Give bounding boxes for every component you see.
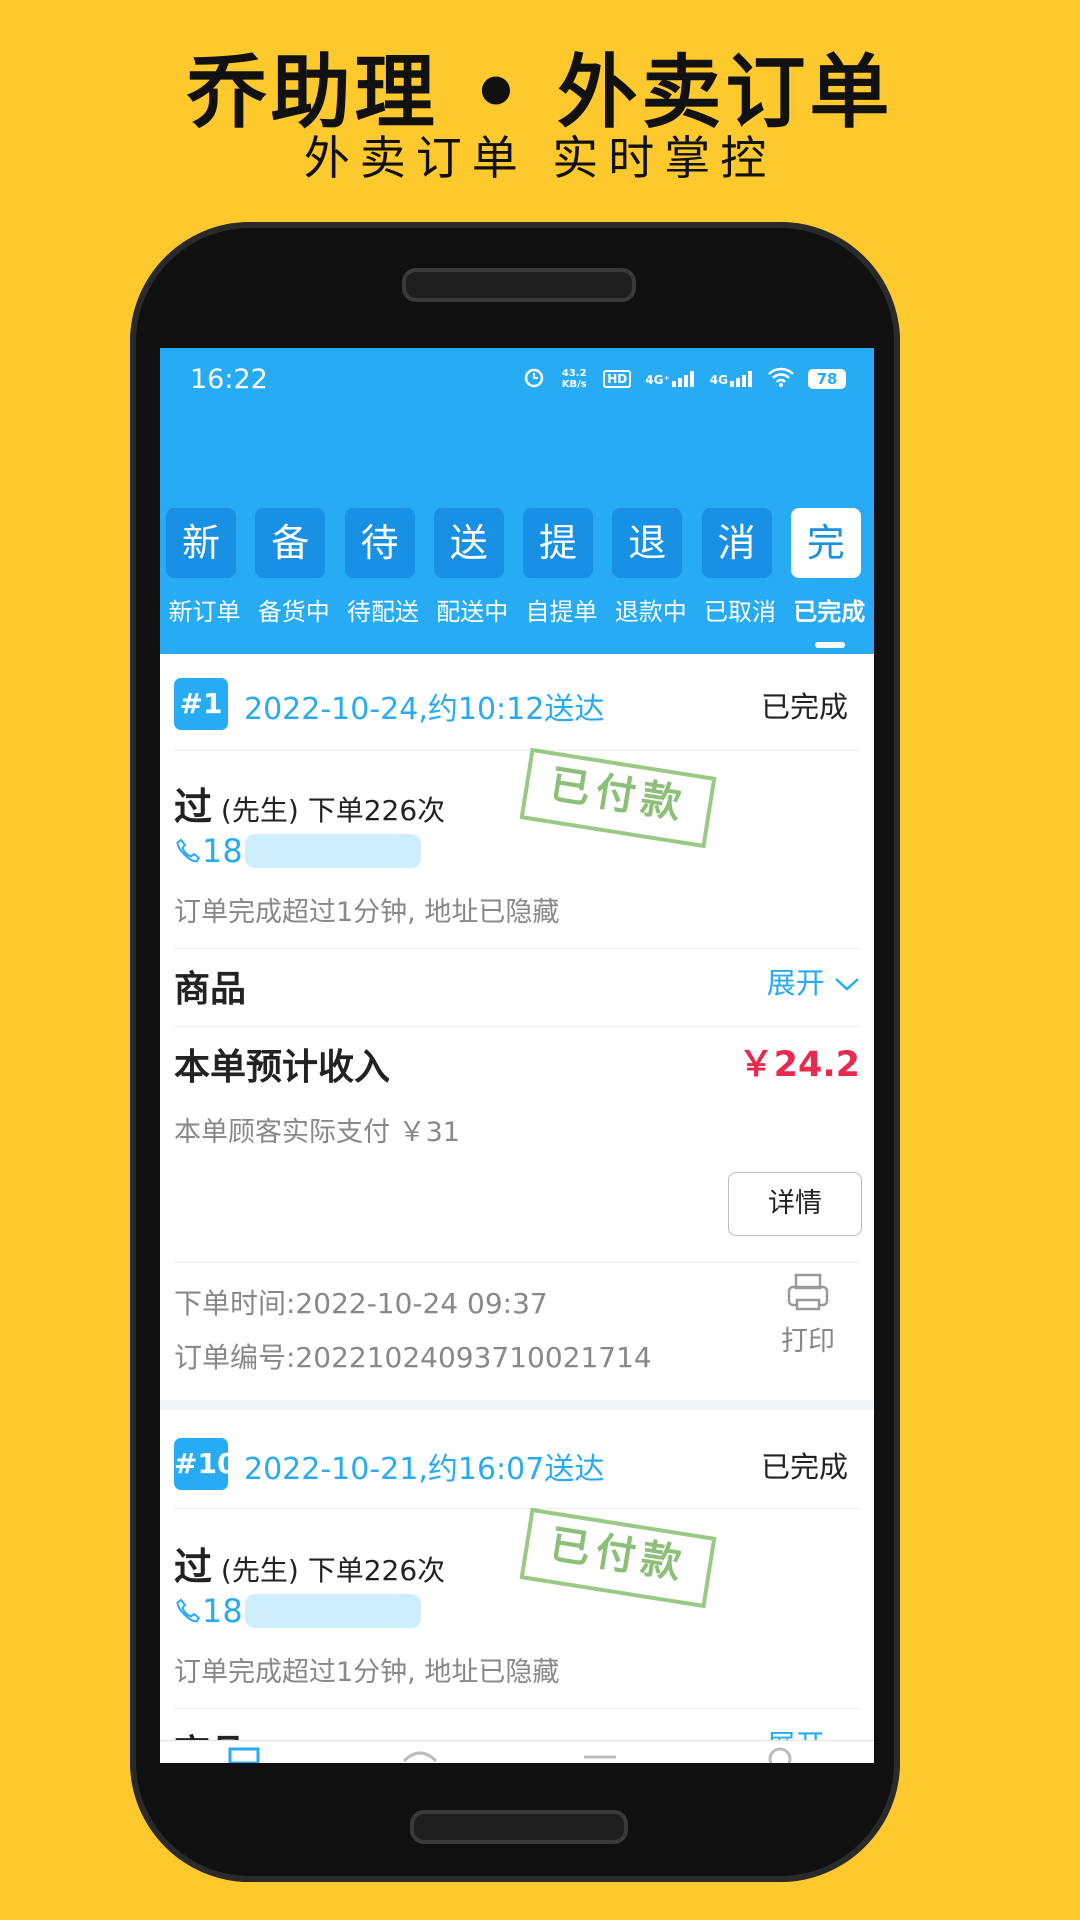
order-id: 订单编号:20221024093710021714 (174, 1341, 652, 1374)
tab-awaiting-delivery[interactable]: 待 待配送 (339, 508, 428, 654)
status-time: 16:22 (190, 364, 268, 395)
tab-refunding[interactable]: 退 退款中 (606, 508, 695, 654)
goods-label: 商品 (174, 969, 247, 1010)
order-count: 下单226次 (307, 1554, 446, 1587)
tab-new[interactable]: 新 新订单 (160, 508, 249, 654)
expand-goods-button[interactable]: 展开 (767, 960, 860, 1002)
order-card: #10 2022-10-21,约16:07送达 已完成 过 (先生) 下单226… (160, 1412, 874, 1763)
tab-label: 新订单 (168, 598, 241, 626)
net-speed: 43.2 KB/s (561, 368, 587, 390)
signal-2-label: 4G (709, 373, 728, 387)
order-number-badge: #1 (174, 678, 228, 730)
order-status: 已完成 (760, 690, 848, 724)
order-list[interactable]: #1 2022-10-24,约10:12送达 已完成 过 (先生) 下单226次… (160, 654, 874, 1763)
divider (174, 1708, 860, 1709)
tab-label: 配送中 (436, 598, 509, 626)
paid-stamp: 已付款 (519, 747, 717, 849)
order-status: 已完成 (760, 1450, 848, 1484)
tab-icon: 新 (166, 508, 236, 578)
phone-icon (176, 1598, 201, 1623)
phone-prefix: 18 (202, 1592, 243, 1630)
phone-icon (176, 838, 201, 863)
tab-icon: 提 (523, 508, 593, 578)
divider (174, 1026, 860, 1027)
expand-label: 展开 (766, 966, 825, 1000)
address-hidden-note: 订单完成超过1分钟, 地址已隐藏 (174, 897, 560, 928)
customer-title: (先生) (220, 794, 299, 827)
shop-nav-icon[interactable] (580, 1743, 620, 1763)
status-icons: 43.2 KB/s HD 4G⁺ 4G 78 (523, 366, 846, 392)
phone-speaker (402, 268, 636, 302)
phone-prefix: 18 (202, 832, 243, 870)
tab-label: 自提单 (525, 598, 598, 626)
phone-frame: 16:22 43.2 KB/s HD 4G⁺ 4G 78 新 新订单 备 备货中… (130, 222, 900, 1882)
signal-1-label: 4G⁺ (645, 373, 670, 387)
tab-icon: 完 (790, 508, 861, 578)
card-separator (160, 1400, 874, 1410)
signal-4g-plus-icon: 4G⁺ (645, 371, 696, 387)
wifi-icon (768, 367, 794, 391)
print-button[interactable]: 打印 (768, 1272, 848, 1358)
printer-icon (787, 1273, 829, 1311)
app-header: 16:22 43.2 KB/s HD 4G⁺ 4G 78 新 新订单 备 备货中… (160, 348, 874, 654)
promo-subtitle: 外卖订单 实时掌控 (303, 131, 777, 185)
customer-line: 过 (先生) 下单226次 (174, 1536, 445, 1591)
alarm-icon (523, 366, 545, 392)
customer-line: 过 (先生) 下单226次 (174, 776, 445, 831)
tab-icon: 送 (433, 508, 504, 578)
chevron-down-icon (835, 978, 859, 991)
order-header: #1 2022-10-24,约10:12送达 已完成 (174, 676, 860, 732)
delivery-time: 2022-10-24,约10:12送达 (244, 692, 605, 727)
order-placed-time: 下单时间:2022-10-24 09:37 (174, 1287, 548, 1320)
order-number-badge: #10 (174, 1438, 236, 1490)
print-label: 打印 (781, 1326, 835, 1357)
goods-nav-icon[interactable] (400, 1743, 440, 1763)
customer-phone[interactable]: 18 (174, 832, 421, 870)
customer-title: (先生) (220, 1554, 299, 1587)
tab-cancelled[interactable]: 消 已取消 (696, 508, 785, 654)
customer-surname: 过 (174, 1545, 213, 1589)
profile-nav-icon[interactable] (760, 1743, 800, 1763)
estimated-income-value: ￥24.2 (738, 1045, 860, 1085)
tab-icon: 消 (701, 508, 772, 578)
tab-label: 已取消 (704, 598, 776, 626)
estimated-income-label: 本单预计收入 (174, 1047, 391, 1088)
paid-stamp: 已付款 (519, 1507, 717, 1609)
address-hidden-note: 订单完成超过1分钟, 地址已隐藏 (174, 1657, 560, 1688)
order-card: #1 2022-10-24,约10:12送达 已完成 过 (先生) 下单226次… (160, 654, 874, 1282)
phone-home-button (410, 1810, 628, 1844)
tab-delivering[interactable]: 送 配送中 (428, 508, 517, 654)
detail-button[interactable]: 详情 (728, 1172, 862, 1236)
customer-paid: 本单顾客实际支付 ￥31 (174, 1117, 460, 1148)
divider (174, 750, 860, 751)
active-tab-indicator (814, 642, 845, 648)
tab-icon: 待 (344, 508, 415, 578)
order-header: #10 2022-10-21,约16:07送达 已完成 (174, 1436, 860, 1492)
phone-number-mask (244, 1594, 421, 1628)
customer-surname: 过 (174, 785, 213, 829)
tab-label: 已完成 (793, 598, 866, 626)
tab-completed[interactable]: 完 已完成 (785, 508, 874, 654)
customer-phone[interactable]: 18 (174, 1592, 421, 1630)
order-status-tabs: 新 新订单 备 备货中 待 待配送 送 配送中 提 自提单 退 退款中 消 已取… (160, 508, 874, 654)
divider (174, 1508, 860, 1509)
divider (174, 1262, 860, 1263)
tab-icon: 退 (612, 508, 683, 578)
phone-number-mask (244, 834, 421, 868)
orders-nav-icon[interactable] (224, 1743, 264, 1763)
tab-label: 待配送 (347, 598, 419, 626)
battery-icon: 78 (808, 369, 846, 389)
delivery-time: 2022-10-21,约16:07送达 (244, 1452, 605, 1487)
tab-label: 退款中 (614, 598, 687, 626)
bottom-navigation (160, 1740, 874, 1763)
hd-icon: HD (603, 370, 632, 388)
order-count: 下单226次 (307, 794, 446, 827)
signal-4g-icon: 4G (710, 371, 754, 387)
tab-label: 备货中 (257, 598, 330, 626)
divider (174, 948, 860, 949)
tab-preparing[interactable]: 备 备货中 (249, 508, 338, 654)
tab-self-pickup[interactable]: 提 自提单 (517, 508, 606, 654)
app-screen: 16:22 43.2 KB/s HD 4G⁺ 4G 78 新 新订单 备 备货中… (160, 348, 874, 1763)
tab-icon: 备 (255, 508, 326, 578)
